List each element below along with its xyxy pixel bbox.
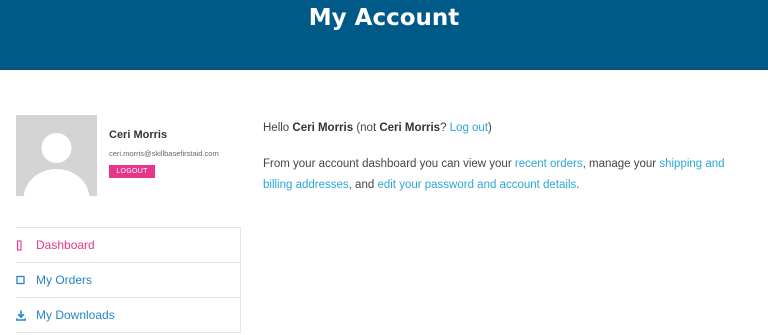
recent-orders-link[interactable]: recent orders [515, 158, 583, 170]
square-outline-icon [16, 239, 36, 251]
dashboard-description: From your account dashboard you can view… [263, 154, 753, 196]
nav-item-orders[interactable]: My Orders [16, 263, 241, 298]
nav-item-label: My Orders [36, 273, 93, 287]
nav-item-dashboard[interactable]: Dashboard [16, 228, 241, 263]
page-header: My Account [0, 0, 768, 70]
avatar [16, 115, 97, 196]
nav-item-label: My Downloads [36, 308, 115, 322]
greeting-text: ) [488, 122, 492, 134]
checkbox-icon [16, 275, 36, 285]
greeting-text: ? [440, 122, 450, 134]
description-text: From your account dashboard you can view… [263, 158, 515, 170]
page-title: My Account [308, 5, 460, 31]
logout-link[interactable]: Log out [450, 122, 488, 134]
description-text: , manage your [582, 158, 660, 170]
account-details-link[interactable]: edit your password and account details [377, 179, 576, 191]
user-name: Ceri Morris [109, 129, 168, 141]
default-avatar-icon [16, 115, 97, 196]
description-text: . [576, 179, 580, 191]
description-text: , and [348, 179, 378, 191]
greeting: Hello Ceri Morris (not Ceri Morris? Log … [263, 118, 753, 139]
greeting-text: Hello [263, 122, 293, 134]
dashboard-content: Hello Ceri Morris (not Ceri Morris? Log … [263, 118, 753, 196]
logout-button[interactable]: LOGOUT [109, 165, 155, 178]
download-icon [16, 310, 36, 321]
user-email: ceri.morris@skillbasefirstaid.com [109, 149, 219, 158]
greeting-not-user-name: Ceri Morris [379, 122, 441, 134]
greeting-user-name: Ceri Morris [292, 122, 354, 134]
account-nav: Dashboard My Orders My Downloads [16, 227, 241, 333]
nav-item-downloads[interactable]: My Downloads [16, 298, 241, 333]
greeting-text: (not [353, 122, 380, 134]
nav-item-label: Dashboard [36, 238, 95, 252]
